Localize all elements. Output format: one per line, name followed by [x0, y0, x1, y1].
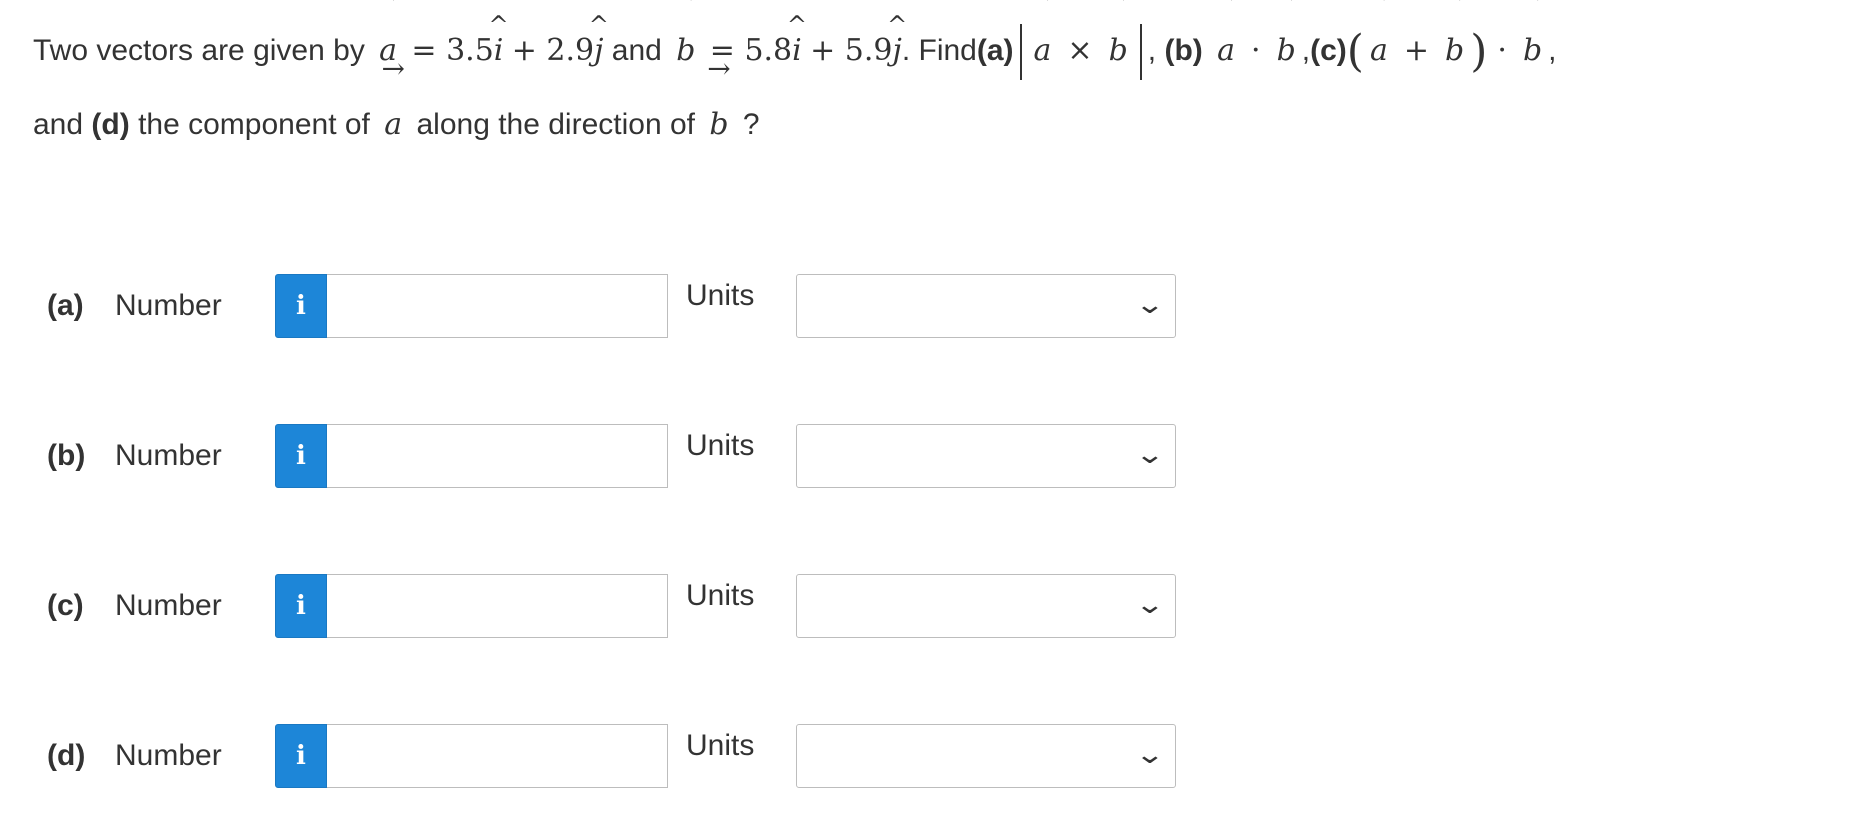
number-input-b[interactable] [327, 424, 668, 488]
units-select-a[interactable]: ⌄ [796, 274, 1176, 338]
info-icon[interactable]: i [275, 574, 327, 638]
question-line-1: Two vectors are given by →a = 3.5^i + 2.… [33, 0, 1843, 88]
units-label: Units [686, 279, 755, 312]
info-icon[interactable]: i [275, 424, 327, 488]
number-input-a[interactable] [327, 274, 668, 338]
part-c-label: (c) [1310, 34, 1347, 67]
info-icon[interactable]: i [275, 724, 327, 788]
answer-part-label: (b) [47, 439, 86, 472]
units-select-d[interactable]: ⌄ [796, 724, 1176, 788]
number-label: Number [115, 439, 222, 472]
j-hat: ^ j [588, 11, 609, 68]
vector-b: →b [674, 0, 697, 68]
units-select-c[interactable]: ⌄ [796, 574, 1176, 638]
info-icon[interactable]: i [275, 274, 327, 338]
question-text: Two vectors are given by →a = 3.5^i + 2.… [33, 0, 1843, 162]
abs-bar-left [1019, 24, 1022, 81]
question-line-2: and (d) the component of → a along the di… [33, 52, 760, 143]
i-hat: ^ i [488, 11, 509, 68]
j-hat: ^ j [887, 11, 908, 68]
chevron-down-icon: ⌄ [1134, 589, 1166, 619]
part-d-label: (d) [91, 108, 130, 141]
chevron-down-icon: ⌄ [1134, 739, 1166, 769]
answer-part-label: (c) [47, 589, 84, 622]
units-label: Units [686, 729, 755, 762]
number-label: Number [115, 739, 222, 772]
intro-text: Two vectors are given by [33, 34, 365, 67]
answer-row-c: (c) Number i Units ⌄ [47, 573, 1176, 639]
chevron-down-icon: ⌄ [1134, 439, 1166, 469]
chevron-down-icon: ⌄ [1134, 289, 1166, 319]
dot-product-symbol: · [1251, 33, 1261, 68]
abs-bar-right [1139, 24, 1142, 81]
units-label: Units [686, 579, 755, 612]
part-a-label: (a) [976, 34, 1014, 67]
number-input-c[interactable] [327, 574, 668, 638]
answer-row-d: (d) Number i Units ⌄ [47, 723, 1176, 789]
i-hat: ^ i [786, 11, 808, 68]
number-label: Number [115, 589, 222, 622]
vector-arrow: → [376, 0, 399, 10]
answer-part-label: (d) [47, 739, 86, 772]
answer-part-label: (a) [47, 289, 84, 322]
part-b-label: (b) [1164, 34, 1203, 67]
number-input-d[interactable] [327, 724, 668, 788]
answer-row-b: (b) Number i Units ⌄ [47, 423, 1176, 489]
units-select-b[interactable]: ⌄ [796, 424, 1176, 488]
units-label: Units [686, 429, 755, 462]
answer-row-a: (a) Number i Units ⌄ [47, 273, 1176, 339]
cross-product-symbol: × [1067, 33, 1093, 68]
number-label: Number [115, 289, 222, 322]
